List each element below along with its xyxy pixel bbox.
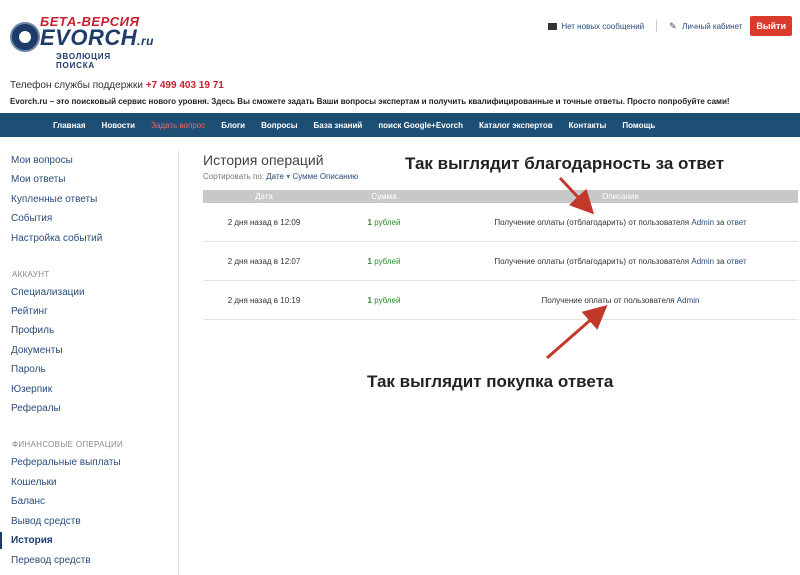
sidebar-item-bought-answers[interactable]: Купленные ответы [11,194,97,205]
sidebar-item-my-answers[interactable]: Мои ответы [11,174,66,185]
logo-slogan: ЭВОЛЮЦИЯ ПОИСКА [56,52,111,70]
sidebar-header-finance: ФИНАНСОВЫЕ ОПЕРАЦИИ [12,440,124,449]
divider [656,20,658,32]
sidebar-item-event-settings[interactable]: Настройка событий [11,233,102,244]
sidebar-item-balance[interactable]: Баланс [11,496,45,507]
col-sum[interactable]: Сумма [325,192,443,201]
wrench-icon: ✎ [669,20,677,31]
cabinet-link[interactable]: ✎ Личный кабинет [669,20,742,31]
nav-home[interactable]: Главная [53,121,86,130]
sidebar-item-history[interactable]: История [11,535,53,546]
user-link[interactable]: Admin [677,296,700,305]
sidebar-item-specializations[interactable]: Специализации [11,287,85,298]
sidebar-item-documents[interactable]: Документы [11,345,63,356]
sidebar-item-referrals[interactable]: Рефералы [11,403,61,414]
user-link[interactable]: Admin [691,218,714,227]
nav-ask-question[interactable]: Задать вопрос [151,121,205,130]
sort-row: Сортировать по: Дате ▾ Сумме Описанию [203,172,359,181]
table-row: 2 дня назад в 12:09 1 рублей Получение о… [203,203,798,242]
main-nav: Главная Новости Задать вопрос Блоги Вопр… [0,113,800,137]
nav-questions[interactable]: Вопросы [261,121,297,130]
sidebar-item-profile[interactable]: Профиль [11,325,54,336]
sidebar-header-account: АККАУНТ [12,270,50,279]
top-links: Нет новых сообщений ✎ Личный кабинет Вый… [548,16,792,36]
col-date[interactable]: Дата [203,192,325,201]
sidebar-item-password[interactable]: Пароль [11,364,46,375]
answer-link[interactable]: ответ [727,257,747,266]
nav-help[interactable]: Помощь [622,121,655,130]
sort-by-description[interactable]: Описанию [320,172,358,181]
user-link[interactable]: Admin [691,257,714,266]
logout-button[interactable]: Выйти [750,16,792,36]
sidebar-item-rating[interactable]: Рейтинг [11,306,48,317]
sidebar: Мои вопросы Мои ответы Купленные ответы … [0,150,179,575]
support-phone: Телефон службы поддержки +7 499 403 19 7… [10,80,224,91]
tagline: Evorch.ru – это поисковый сервис нового … [10,97,730,106]
active-marker [0,532,2,549]
nav-news[interactable]: Новости [102,121,136,130]
sidebar-item-transfer[interactable]: Перевод средств [11,555,91,566]
logo-brand: EVORCH.ru [40,25,154,50]
sidebar-item-events[interactable]: События [11,213,52,224]
nav-search[interactable]: поиск Google+Evorch [378,121,463,130]
sort-by-sum[interactable]: Сумме [292,172,317,181]
nav-experts[interactable]: Каталог экспертов [479,121,553,130]
nav-blogs[interactable]: Блоги [221,121,245,130]
operations-table: Дата Сумма Описание 2 дня назад в 12:09 … [203,190,798,320]
sidebar-item-referral-payouts[interactable]: Реферальные выплаты [11,457,121,468]
logo[interactable]: БЕТА-ВЕРСИЯ EVORCH.ru ЭВОЛЮЦИЯ ПОИСКА [10,14,153,70]
answer-link[interactable]: ответ [727,218,747,227]
table-row: 2 дня назад в 12:07 1 рублей Получение о… [203,242,798,281]
annotation-thanks: Так выглядит благодарность за ответ [405,154,725,173]
sidebar-item-userpic[interactable]: Юзерпик [11,384,52,395]
logo-mark-icon [10,22,40,52]
table-header: Дата Сумма Описание [203,190,798,203]
envelope-icon [548,22,558,30]
annotation-purchase: Так выглядит покупка ответа [367,372,614,391]
col-description[interactable]: Описание [443,192,798,201]
page-title: История операций [203,152,324,168]
sidebar-item-my-questions[interactable]: Мои вопросы [11,155,73,166]
messages-link[interactable]: Нет новых сообщений [548,22,644,31]
nav-knowledge-base[interactable]: База знаний [314,121,363,130]
nav-contacts[interactable]: Контакты [569,121,607,130]
sidebar-item-withdraw[interactable]: Вывод средств [11,516,81,527]
sidebar-item-wallets[interactable]: Кошельки [11,477,57,488]
table-row: 2 дня назад в 10:19 1 рублей Получение о… [203,281,798,320]
sort-by-date[interactable]: Дате [266,172,284,181]
